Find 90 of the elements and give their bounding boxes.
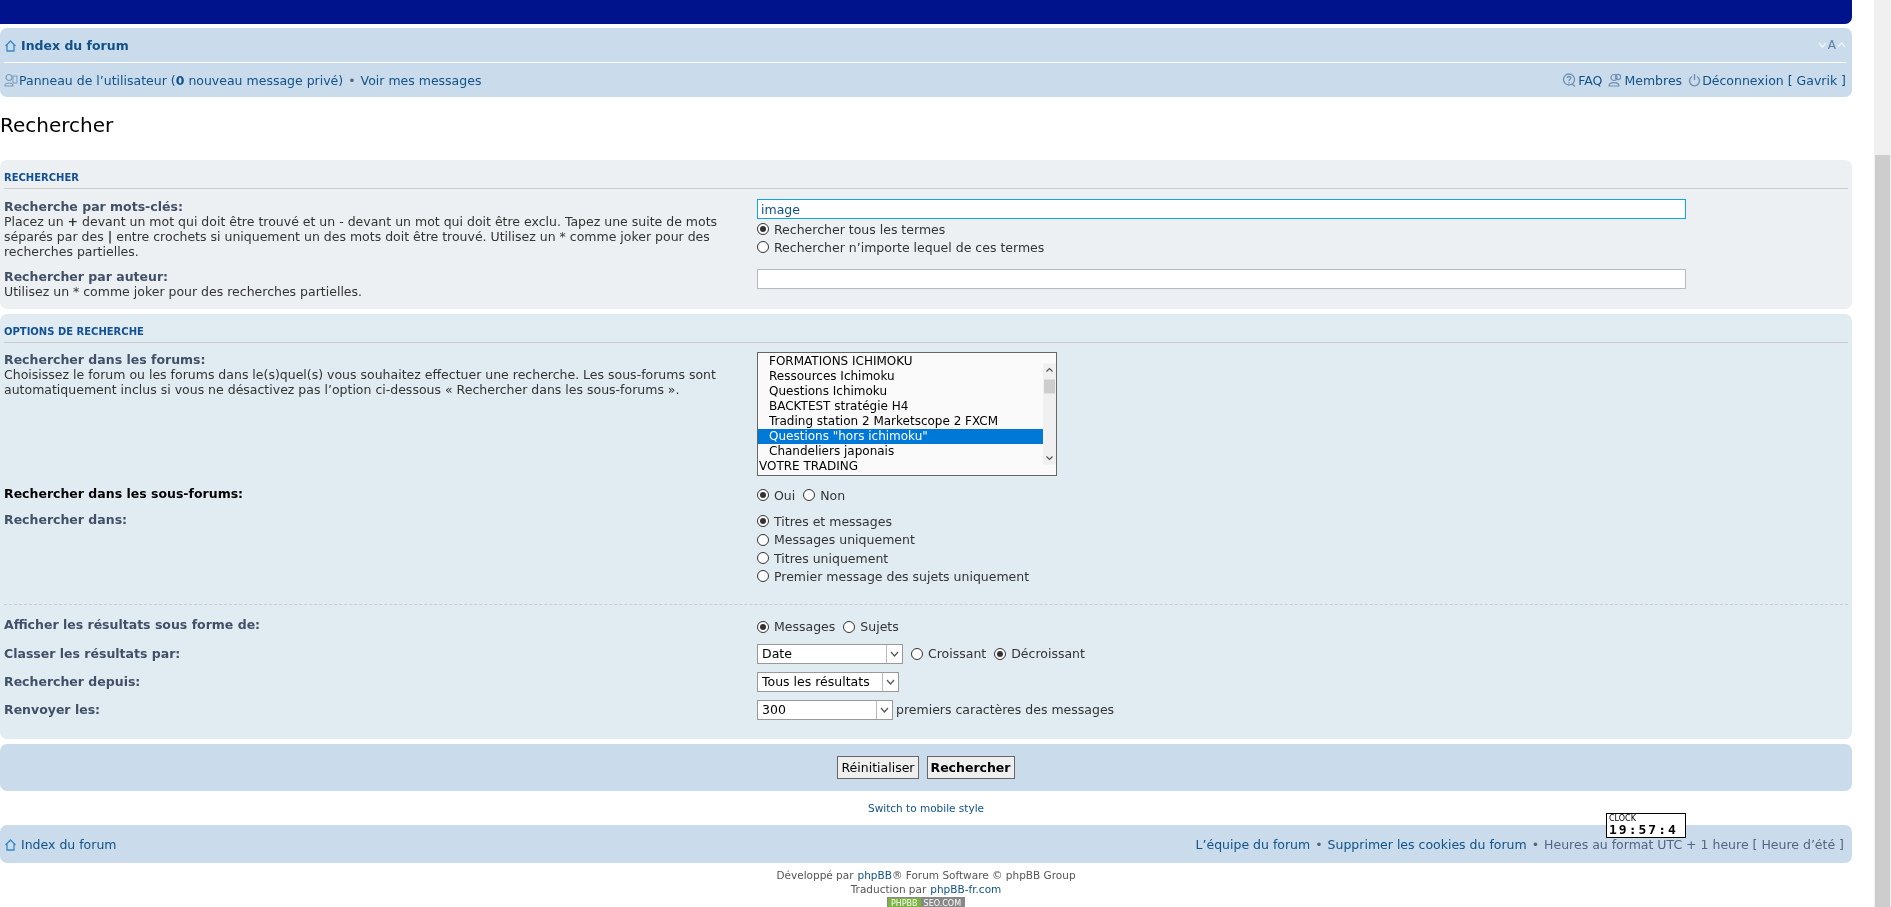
option-label[interactable]: Titres uniquement bbox=[774, 550, 889, 566]
home-icon bbox=[4, 38, 17, 52]
chevron-down-icon bbox=[1817, 42, 1827, 48]
option-label[interactable]: Oui bbox=[774, 487, 796, 503]
radio-button[interactable] bbox=[757, 241, 769, 254]
radio-button[interactable] bbox=[757, 533, 769, 546]
section-heading: RECHERCHER bbox=[4, 160, 1848, 189]
radio-button[interactable] bbox=[757, 223, 769, 236]
author-field[interactable] bbox=[757, 269, 1686, 289]
page-title: Rechercher bbox=[0, 112, 115, 139]
listbox-option[interactable]: Trading station 2 Marketscope 2 FXCM bbox=[758, 414, 1043, 429]
question-icon bbox=[1562, 73, 1578, 87]
field-label: Rechercher dans: bbox=[4, 512, 129, 528]
field-label: Afficher les résultats sous forme de: bbox=[4, 617, 262, 633]
period-dropdown[interactable]: Tous les résultats bbox=[757, 671, 899, 692]
mobile-style-link[interactable]: Switch to mobile style bbox=[867, 802, 985, 814]
listbox-option[interactable]: FORMATIONS ICHIMOKU bbox=[758, 354, 1043, 369]
separator-dot: • bbox=[1531, 836, 1540, 852]
user-icon bbox=[4, 73, 18, 87]
nav-link[interactable]: Déconnexion [ Gavrik ] bbox=[1688, 72, 1846, 88]
nav-link[interactable]: FAQ bbox=[1562, 72, 1603, 88]
caret-icon bbox=[880, 706, 889, 713]
radio-button[interactable] bbox=[803, 489, 816, 502]
option-label[interactable]: Rechercher tous les termes bbox=[774, 221, 946, 237]
breadcrumb-link[interactable]: Index du forum bbox=[4, 37, 129, 53]
option-label[interactable]: Premier message des sujets uniquement bbox=[774, 568, 1030, 584]
option-label[interactable]: Rechercher n’importe lequel de ces termes bbox=[774, 239, 1045, 255]
listbox-option[interactable]: Chandeliers japonais bbox=[758, 444, 1043, 459]
radio-button[interactable] bbox=[757, 515, 769, 528]
field-label: Renvoyer les: bbox=[4, 700, 102, 719]
listbox-option[interactable]: Questions "hors ichimoku" bbox=[758, 429, 1043, 444]
field-label: Rechercher depuis: bbox=[4, 672, 142, 691]
members-icon bbox=[1608, 73, 1624, 87]
option-label[interactable]: Décroissant bbox=[1011, 646, 1085, 662]
footer-link[interactable]: L’équipe du forum bbox=[1195, 836, 1311, 852]
chevron-up-icon bbox=[1837, 42, 1846, 48]
clock-time: 19:57:4 bbox=[1609, 823, 1679, 836]
nav-link[interactable]: Membres bbox=[1608, 72, 1683, 88]
separator-dot: • bbox=[1315, 836, 1323, 852]
power-icon bbox=[1688, 73, 1702, 87]
listbox-option[interactable]: Questions Ichimoku bbox=[758, 384, 1043, 399]
radio-button[interactable] bbox=[757, 620, 769, 633]
separator-dot: • bbox=[348, 72, 356, 88]
field-label: Recherche par mots-clés: bbox=[4, 199, 184, 214]
help-text: Choisissez le forum ou les forums dans le(s)quel(s) vous souhaitez effectuer une recherche. Les sous-forums sont automatiquement inclus si vous ne désactivez pas l’option ci-dessous « Rechercher dans les sous-forums ». bbox=[4, 367, 717, 397]
clock-label: CLOCK bbox=[1609, 814, 1637, 823]
section-heading: OPTIONS DE RECHERCHE bbox=[4, 314, 1848, 343]
keywords-field[interactable]: image bbox=[757, 199, 1686, 219]
listbox-option[interactable]: Ressources Ichimoku bbox=[758, 369, 1043, 384]
help-text: Placez un + devant un mot qui doit être trouvé et un - devant un mot qui doit être exclu. Tapez une suite de mots séparés par des | entre crochets si uniquement un des mots doit être trouvé. Utilisez un * comme joker pour des recherches partielles. bbox=[4, 214, 719, 259]
credit-text: Traduction par bbox=[850, 882, 927, 896]
breadcrumb-link[interactable]: Index du forum bbox=[4, 836, 117, 852]
option-label[interactable]: Non bbox=[820, 487, 846, 503]
home-icon bbox=[4, 837, 17, 851]
scrollbar[interactable] bbox=[1874, 0, 1891, 907]
option-label[interactable]: Messages bbox=[774, 619, 836, 635]
listbox-option[interactable]: VOTRE TRADING bbox=[758, 459, 1043, 474]
nav-link[interactable]: Voir mes messages bbox=[360, 72, 482, 88]
help-text: Utilisez un * comme joker pour des recherches partielles. bbox=[4, 284, 364, 299]
field-label: Rechercher dans les sous-forums: bbox=[4, 486, 245, 501]
option-label[interactable]: Titres et messages bbox=[774, 513, 892, 529]
listbox-option[interactable]: BACKTEST stratégie H4 bbox=[758, 399, 1043, 414]
forum-listbox[interactable]: FORMATIONS ICHIMOKU Ressources Ichimoku Questions Ichimoku BACKTEST stratégie H4 Trading station 2 Marketscope 2 FXCM Questions "hors ichimoku" Chandeliers japonais VOTRE TRADING bbox=[757, 352, 1057, 476]
radio-button[interactable] bbox=[757, 489, 769, 502]
field-label: Classer les résultats par: bbox=[4, 644, 182, 663]
field-suffix: premiers caractères des messages bbox=[896, 702, 1115, 718]
caret-icon bbox=[890, 650, 899, 657]
radio-button[interactable] bbox=[994, 647, 1007, 660]
caret-icon bbox=[886, 678, 895, 685]
credit-text: ® Forum Software © phpBB Group bbox=[891, 868, 1076, 882]
credit-link[interactable]: phpBB bbox=[857, 868, 892, 882]
radio-button[interactable] bbox=[843, 620, 856, 633]
credit-text: Développé par bbox=[776, 868, 854, 882]
option-label[interactable]: Sujets bbox=[860, 619, 899, 635]
form-button[interactable]: Rechercher bbox=[926, 756, 1015, 779]
option-label[interactable]: Croissant bbox=[928, 646, 987, 662]
field-label: Rechercher par auteur: bbox=[4, 269, 170, 284]
footer-link[interactable]: Supprimer les cookies du forum bbox=[1327, 836, 1527, 852]
radio-button[interactable] bbox=[757, 552, 769, 565]
form-button[interactable]: Réinitialiser bbox=[837, 756, 919, 779]
sort-dropdown[interactable]: Date bbox=[757, 643, 903, 664]
radio-button[interactable] bbox=[757, 570, 769, 583]
nav-link[interactable]: Panneau de l’utilisateur (0 nouveau message privé) bbox=[4, 72, 344, 88]
timezone-text: Heures au format UTC + 1 heure [ Heure d’été ] bbox=[1544, 836, 1844, 852]
radio-button[interactable] bbox=[911, 647, 923, 660]
option-label[interactable]: Messages uniquement bbox=[774, 532, 915, 548]
credit-link[interactable]: phpBB-fr.com bbox=[930, 882, 1002, 896]
length-dropdown[interactable]: 300 bbox=[757, 699, 893, 720]
seo-badge[interactable]: PHPBB SEO.COM bbox=[886, 897, 966, 907]
field-label: Rechercher dans les forums: bbox=[4, 352, 207, 367]
